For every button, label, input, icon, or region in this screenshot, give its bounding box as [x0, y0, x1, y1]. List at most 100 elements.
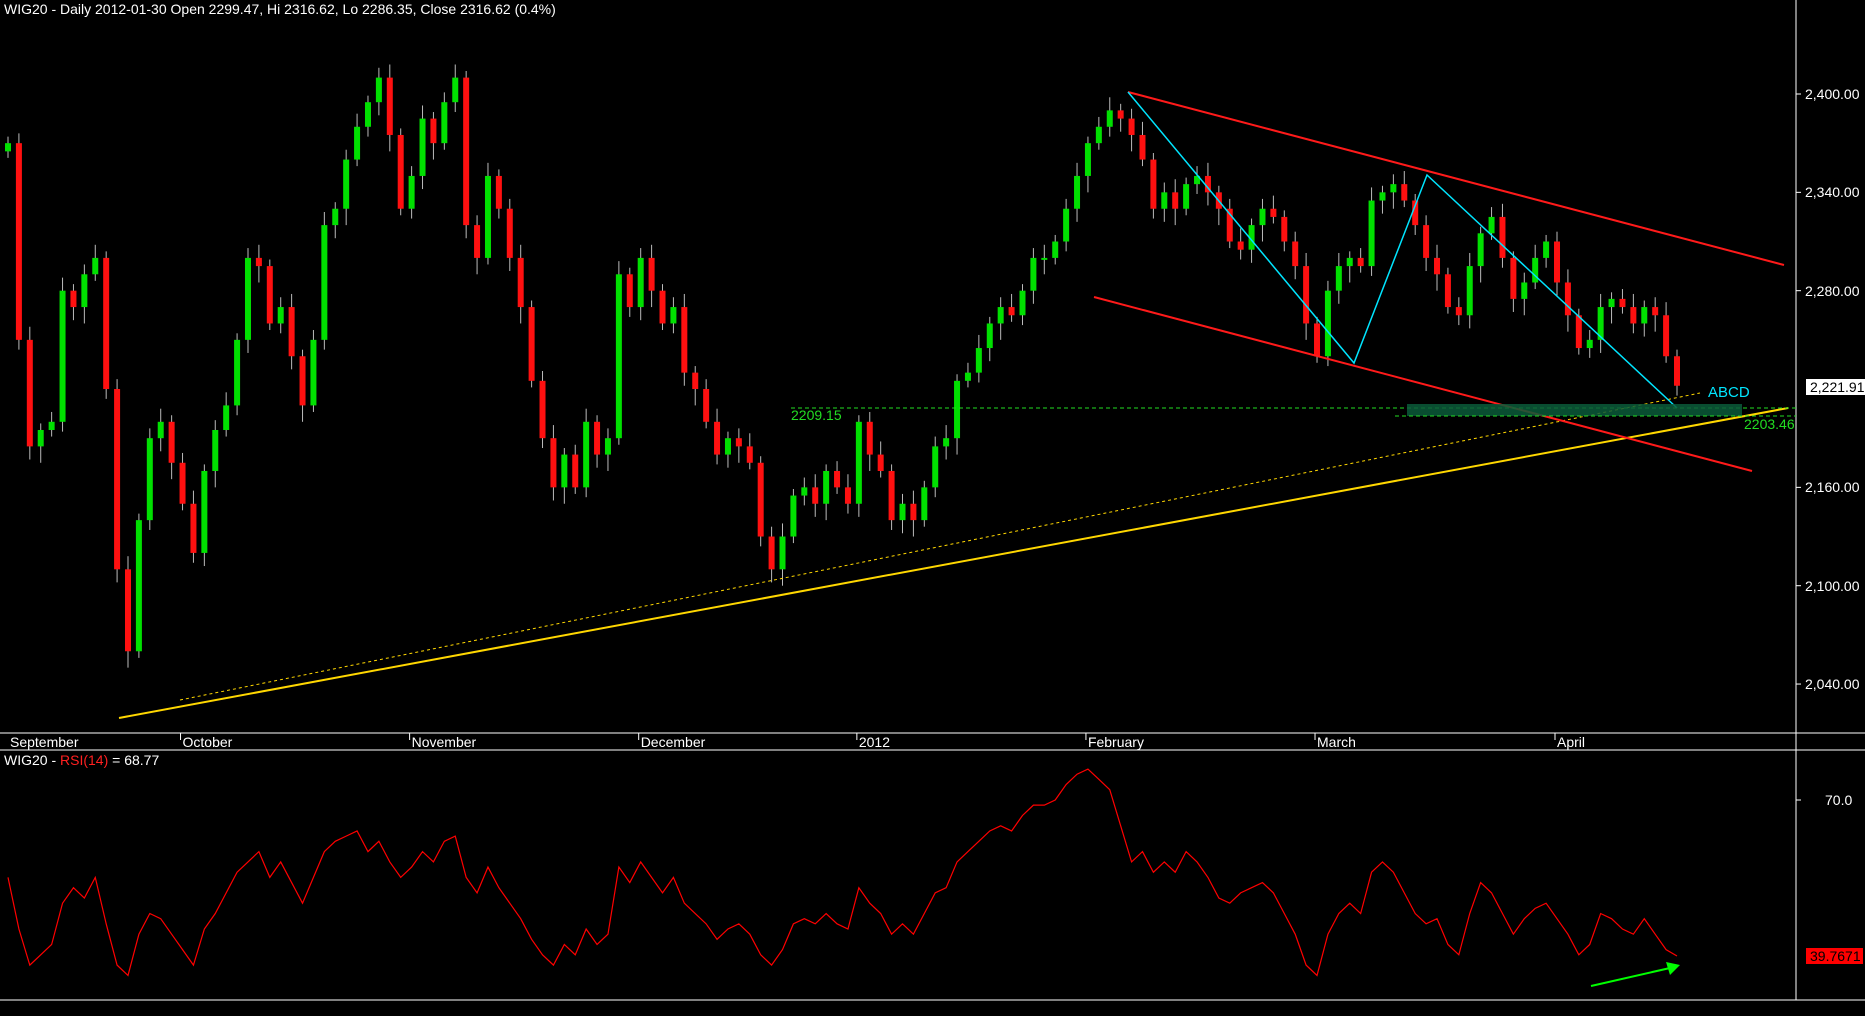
candle[interactable]: [1150, 153, 1157, 219]
candle[interactable]: [1641, 300, 1648, 337]
candle[interactable]: [768, 526, 775, 583]
candle[interactable]: [1455, 297, 1462, 326]
candle[interactable]: [714, 408, 721, 465]
candle[interactable]: [1237, 228, 1244, 260]
candle[interactable]: [419, 105, 426, 190]
candle[interactable]: [866, 411, 873, 471]
candle[interactable]: [801, 477, 808, 506]
candle[interactable]: [1139, 121, 1146, 167]
candle[interactable]: [266, 259, 273, 331]
candle[interactable]: [201, 464, 208, 567]
candle[interactable]: [386, 64, 393, 152]
candle[interactable]: [364, 95, 371, 137]
candle[interactable]: [474, 215, 481, 275]
candle[interactable]: [561, 448, 568, 504]
candle[interactable]: [1161, 182, 1168, 222]
candle[interactable]: [1390, 174, 1397, 209]
chart-canvas[interactable]: [0, 0, 1865, 1016]
candle[interactable]: [1324, 280, 1331, 367]
candle[interactable]: [1041, 244, 1048, 275]
candle[interactable]: [910, 490, 917, 537]
candle[interactable]: [135, 513, 142, 658]
candle[interactable]: [572, 444, 579, 494]
candle[interactable]: [648, 244, 655, 308]
candle[interactable]: [1030, 248, 1037, 304]
candle[interactable]: [37, 423, 44, 463]
candle[interactable]: [103, 251, 110, 399]
candle[interactable]: [1477, 226, 1484, 283]
candle[interactable]: [1074, 162, 1081, 222]
candle[interactable]: [735, 428, 742, 463]
candle[interactable]: [1619, 289, 1626, 314]
candle[interactable]: [615, 261, 622, 445]
candle[interactable]: [888, 464, 895, 530]
candle[interactable]: [1608, 292, 1615, 324]
rsi-indicator-name[interactable]: RSI(14): [60, 752, 108, 768]
candle[interactable]: [1008, 293, 1015, 322]
candle[interactable]: [1095, 116, 1102, 150]
candle[interactable]: [299, 349, 306, 422]
candle[interactable]: [1499, 203, 1506, 268]
candle[interactable]: [223, 392, 230, 437]
candle[interactable]: [1052, 234, 1059, 265]
candle[interactable]: [670, 297, 677, 334]
candle[interactable]: [844, 474, 851, 514]
candle[interactable]: [288, 293, 295, 370]
candle[interactable]: [1510, 251, 1517, 312]
candle[interactable]: [310, 330, 317, 412]
candle[interactable]: [986, 316, 993, 362]
candle[interactable]: [1270, 195, 1277, 224]
candle[interactable]: [1259, 198, 1266, 242]
candle[interactable]: [114, 379, 121, 583]
candle[interactable]: [441, 92, 448, 150]
candle[interactable]: [70, 284, 77, 321]
candle[interactable]: [168, 415, 175, 480]
candle[interactable]: [1564, 269, 1571, 332]
candle[interactable]: [757, 456, 764, 547]
candle[interactable]: [1368, 187, 1375, 276]
candle[interactable]: [321, 212, 328, 350]
candle[interactable]: [779, 523, 786, 586]
candle[interactable]: [48, 411, 55, 437]
candle[interactable]: [1346, 251, 1353, 283]
candle[interactable]: [964, 362, 971, 388]
candle[interactable]: [746, 433, 753, 470]
candle[interactable]: [1434, 244, 1441, 291]
candle[interactable]: [179, 452, 186, 511]
candle[interactable]: [1019, 284, 1026, 326]
candle[interactable]: [146, 428, 153, 530]
candle[interactable]: [59, 277, 66, 432]
candle[interactable]: [81, 264, 88, 324]
candle[interactable]: [1172, 179, 1179, 226]
candle[interactable]: [5, 136, 11, 158]
candle[interactable]: [255, 244, 262, 283]
candle[interactable]: [463, 71, 470, 239]
candle[interactable]: [26, 326, 33, 460]
candle[interactable]: [997, 297, 1004, 340]
candle[interactable]: [190, 490, 197, 563]
candle[interactable]: [1303, 252, 1310, 340]
candle[interactable]: [157, 408, 164, 452]
candle[interactable]: [921, 480, 928, 527]
candle[interactable]: [604, 428, 611, 471]
candle[interactable]: [92, 244, 99, 281]
candle[interactable]: [332, 202, 339, 239]
candle[interactable]: [855, 415, 862, 517]
candle[interactable]: [1379, 185, 1386, 214]
candle[interactable]: [812, 474, 819, 517]
candle[interactable]: [1084, 136, 1091, 193]
candle[interactable]: [954, 374, 961, 455]
candle[interactable]: [408, 166, 415, 219]
candle[interactable]: [1521, 272, 1528, 316]
candle[interactable]: [430, 112, 437, 160]
candle[interactable]: [397, 128, 404, 216]
candle[interactable]: [724, 431, 731, 468]
candle[interactable]: [1106, 97, 1113, 137]
candle[interactable]: [583, 408, 590, 498]
candle[interactable]: [1466, 252, 1473, 329]
candle[interactable]: [932, 436, 939, 498]
candle[interactable]: [550, 425, 557, 501]
candle[interactable]: [877, 441, 884, 478]
candle[interactable]: [692, 366, 699, 406]
candle[interactable]: [1652, 297, 1659, 332]
